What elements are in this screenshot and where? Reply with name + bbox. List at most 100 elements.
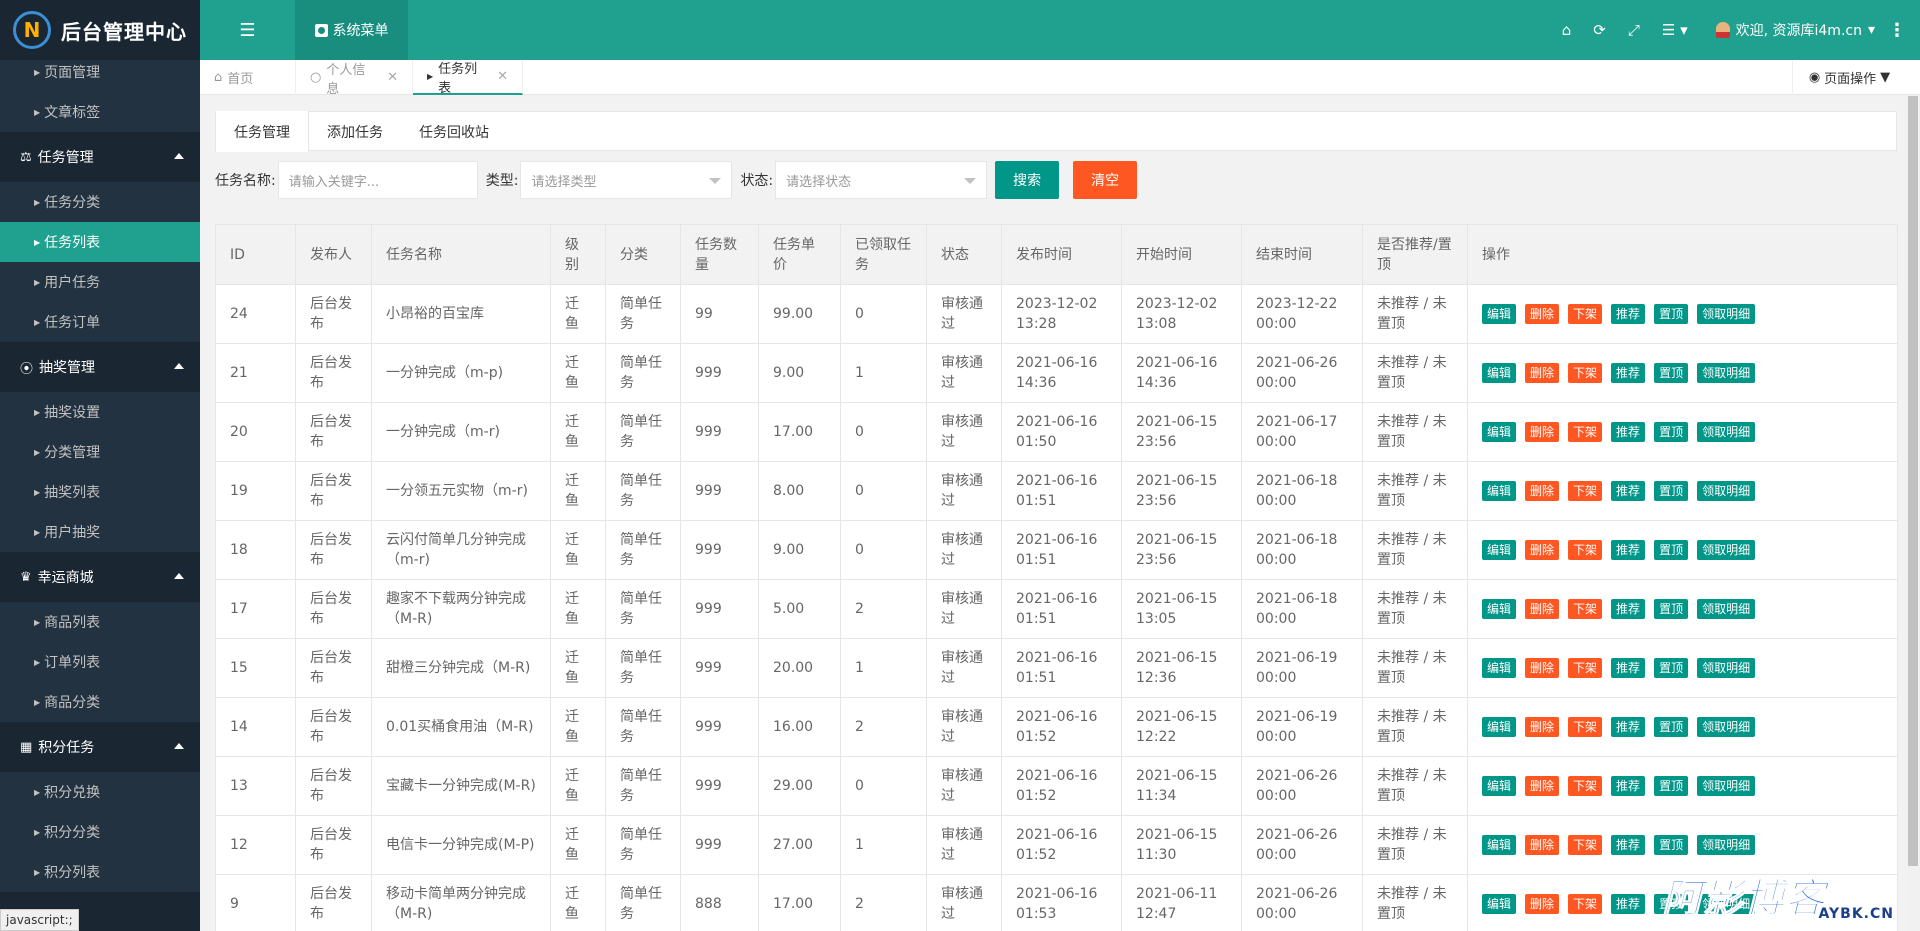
recommend-button[interactable]: 推荐 bbox=[1611, 599, 1646, 619]
sidebar-item[interactable]: ▶ 抽奖设置 bbox=[0, 392, 200, 432]
pin-top-button[interactable]: 置顶 bbox=[1654, 717, 1689, 737]
claim-detail-button[interactable]: 领取明细 bbox=[1697, 776, 1756, 796]
delete-button[interactable]: 删除 bbox=[1525, 304, 1560, 324]
claim-detail-button[interactable]: 领取明细 bbox=[1697, 658, 1756, 678]
edit-button[interactable]: 编辑 bbox=[1482, 894, 1517, 914]
sidebar-item[interactable]: ▶ 页面管理 bbox=[0, 60, 200, 92]
sidebar-item[interactable]: ▶ 积分兑换 bbox=[0, 772, 200, 812]
edit-button[interactable]: 编辑 bbox=[1482, 481, 1517, 501]
task-name-input[interactable]: 请输入关键字... bbox=[277, 161, 478, 199]
refresh-icon[interactable]: ⟳ bbox=[1593, 21, 1606, 39]
sidebar-item[interactable]: ▶ 任务订单 bbox=[0, 302, 200, 342]
more-vertical-icon[interactable]: ⋮ bbox=[1888, 0, 1906, 60]
recommend-button[interactable]: 推荐 bbox=[1611, 776, 1646, 796]
offline-button[interactable]: 下架 bbox=[1568, 540, 1603, 560]
delete-button[interactable]: 删除 bbox=[1525, 422, 1560, 442]
edit-button[interactable]: 编辑 bbox=[1482, 422, 1517, 442]
pin-top-button[interactable]: 置顶 bbox=[1654, 481, 1689, 501]
sidebar-group[interactable]: ⚖ 任务管理 bbox=[0, 132, 200, 182]
subtab-task-manage[interactable]: 任务管理 bbox=[216, 111, 309, 152]
offline-button[interactable]: 下架 bbox=[1568, 658, 1603, 678]
pin-top-button[interactable]: 置顶 bbox=[1654, 422, 1689, 442]
delete-button[interactable]: 删除 bbox=[1525, 717, 1560, 737]
subtab-recycle-bin[interactable]: 任务回收站 bbox=[401, 112, 507, 152]
tab-task-list[interactable]: ▶ 任务列表 ✕ bbox=[413, 60, 523, 96]
close-icon[interactable]: ✕ bbox=[497, 69, 508, 84]
edit-button[interactable]: 编辑 bbox=[1482, 599, 1517, 619]
system-menu-button[interactable]: 系统菜单 bbox=[295, 0, 408, 60]
sidebar-group[interactable]: ♛ 幸运商城 bbox=[0, 552, 200, 602]
delete-button[interactable]: 删除 bbox=[1525, 540, 1560, 560]
claim-detail-button[interactable]: 领取明细 bbox=[1697, 304, 1756, 324]
recommend-button[interactable]: 推荐 bbox=[1611, 481, 1646, 501]
logo-area[interactable]: N 后台管理中心 bbox=[0, 0, 200, 60]
tab-profile[interactable]: ○ 个人信息 ✕ bbox=[296, 60, 413, 97]
delete-button[interactable]: 删除 bbox=[1525, 835, 1560, 855]
sidebar-item[interactable]: ▶ 商品列表 bbox=[0, 602, 200, 642]
offline-button[interactable]: 下架 bbox=[1568, 599, 1603, 619]
offline-button[interactable]: 下架 bbox=[1568, 776, 1603, 796]
sidebar-item[interactable]: ▶ 任务列表 bbox=[0, 222, 200, 262]
sidebar-group[interactable]: ⦿ 抽奖管理 bbox=[0, 342, 200, 392]
pin-top-button[interactable]: 置顶 bbox=[1654, 658, 1689, 678]
edit-button[interactable]: 编辑 bbox=[1482, 776, 1517, 796]
subtab-add-task[interactable]: 添加任务 bbox=[309, 112, 401, 152]
sidebar-item[interactable]: ▶ 文章标签 bbox=[0, 92, 200, 132]
pin-top-button[interactable]: 置顶 bbox=[1654, 835, 1689, 855]
edit-button[interactable]: 编辑 bbox=[1482, 540, 1517, 560]
claim-detail-button[interactable]: 领取明细 bbox=[1697, 422, 1756, 442]
sidebar-item[interactable]: ▶ 积分列表 bbox=[0, 852, 200, 892]
delete-button[interactable]: 删除 bbox=[1525, 363, 1560, 383]
tab-home[interactable]: ⌂ 首页 bbox=[200, 60, 296, 95]
offline-button[interactable]: 下架 bbox=[1568, 835, 1603, 855]
sidebar-item[interactable]: ▶ 用户抽奖 bbox=[0, 512, 200, 552]
scrollbar-thumb[interactable] bbox=[1908, 96, 1918, 866]
sidebar-item[interactable]: ▶ 分类管理 bbox=[0, 432, 200, 472]
claim-detail-button[interactable]: 领取明细 bbox=[1697, 717, 1756, 737]
fullscreen-icon[interactable]: ⤢ bbox=[1628, 21, 1640, 39]
recommend-button[interactable]: 推荐 bbox=[1611, 835, 1646, 855]
list-menu-icon[interactable]: ☰ ▾ bbox=[1662, 21, 1688, 39]
close-icon[interactable]: ✕ bbox=[387, 70, 398, 85]
status-select[interactable]: 请选择状态 bbox=[775, 161, 988, 199]
pin-top-button[interactable]: 置顶 bbox=[1654, 363, 1689, 383]
offline-button[interactable]: 下架 bbox=[1568, 481, 1603, 501]
edit-button[interactable]: 编辑 bbox=[1482, 363, 1517, 383]
pin-top-button[interactable]: 置顶 bbox=[1654, 776, 1689, 796]
delete-button[interactable]: 删除 bbox=[1525, 658, 1560, 678]
claim-detail-button[interactable]: 领取明细 bbox=[1697, 363, 1756, 383]
claim-detail-button[interactable]: 领取明细 bbox=[1697, 835, 1756, 855]
sidebar-item[interactable]: ▶ 抽奖列表 bbox=[0, 472, 200, 512]
sidebar-item[interactable]: ▶ 用户任务 bbox=[0, 262, 200, 302]
edit-button[interactable]: 编辑 bbox=[1482, 304, 1517, 324]
claim-detail-button[interactable]: 领取明细 bbox=[1697, 599, 1756, 619]
recommend-button[interactable]: 推荐 bbox=[1611, 540, 1646, 560]
recommend-button[interactable]: 推荐 bbox=[1611, 894, 1646, 914]
sidebar-item[interactable]: ▶ 商品分类 bbox=[0, 682, 200, 722]
sidebar-item[interactable]: ▶ 任务分类 bbox=[0, 182, 200, 222]
recommend-button[interactable]: 推荐 bbox=[1611, 658, 1646, 678]
sidebar-item[interactable]: ▶ 订单列表 bbox=[0, 642, 200, 682]
offline-button[interactable]: 下架 bbox=[1568, 363, 1603, 383]
offline-button[interactable]: 下架 bbox=[1568, 304, 1603, 324]
claim-detail-button[interactable]: 领取明细 bbox=[1697, 481, 1756, 501]
sidebar-item[interactable]: ▶ 积分分类 bbox=[0, 812, 200, 852]
recommend-button[interactable]: 推荐 bbox=[1611, 304, 1646, 324]
recommend-button[interactable]: 推荐 bbox=[1611, 717, 1646, 737]
recommend-button[interactable]: 推荐 bbox=[1611, 422, 1646, 442]
clear-button[interactable]: 清空 bbox=[1073, 161, 1138, 199]
delete-button[interactable]: 删除 bbox=[1525, 894, 1560, 914]
type-select[interactable]: 请选择类型 bbox=[520, 161, 733, 199]
search-button[interactable]: 搜索 bbox=[995, 161, 1060, 199]
home-icon[interactable]: ⌂ bbox=[1562, 21, 1572, 39]
offline-button[interactable]: 下架 bbox=[1568, 717, 1603, 737]
edit-button[interactable]: 编辑 bbox=[1482, 835, 1517, 855]
pin-top-button[interactable]: 置顶 bbox=[1654, 599, 1689, 619]
claim-detail-button[interactable]: 领取明细 bbox=[1697, 540, 1756, 560]
user-menu[interactable]: 欢迎, 资源库i4m.cn ▾ bbox=[1715, 20, 1875, 40]
delete-button[interactable]: 删除 bbox=[1525, 481, 1560, 501]
offline-button[interactable]: 下架 bbox=[1568, 422, 1603, 442]
delete-button[interactable]: 删除 bbox=[1525, 599, 1560, 619]
recommend-button[interactable]: 推荐 bbox=[1611, 363, 1646, 383]
page-operations-button[interactable]: ◉ 页面操作 ▼ bbox=[1792, 60, 1906, 95]
